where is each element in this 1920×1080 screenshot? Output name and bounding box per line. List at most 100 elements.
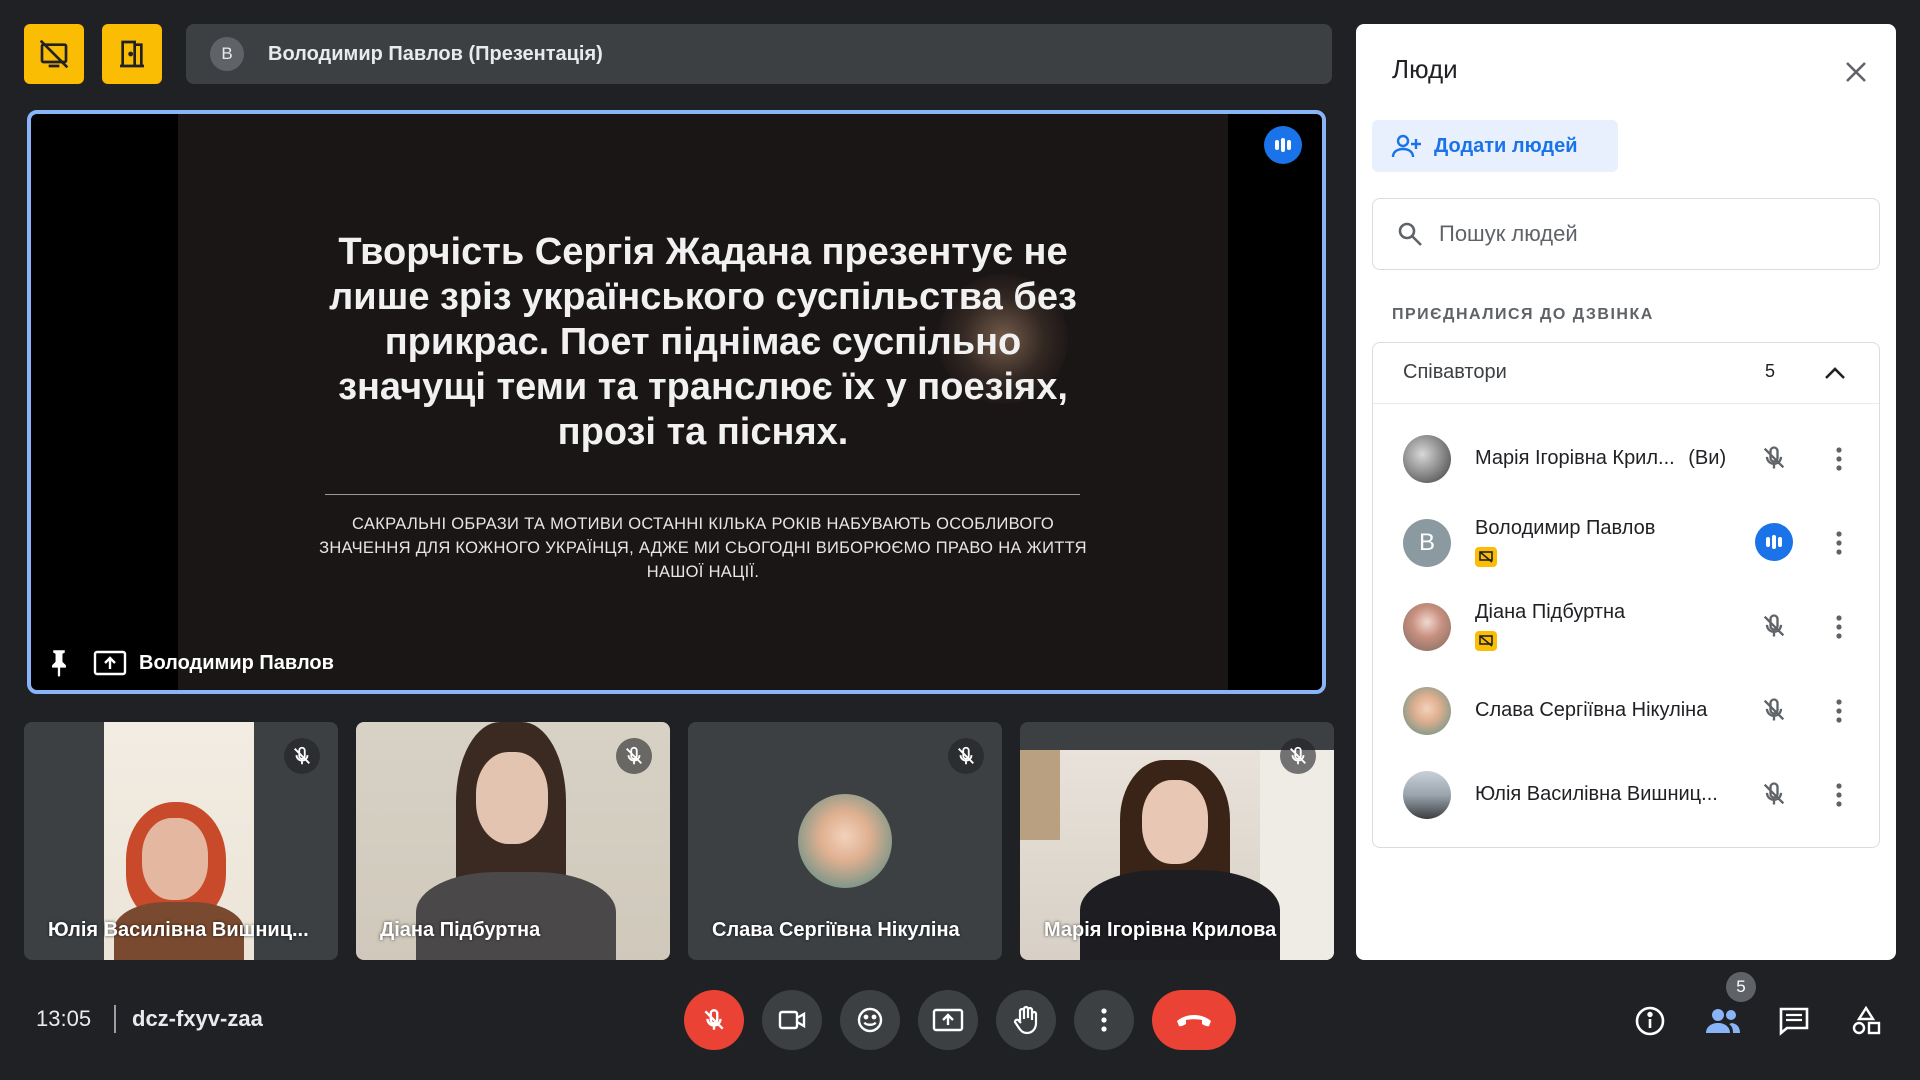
meeting-details-button[interactable] — [1628, 1000, 1672, 1042]
info-icon — [1635, 1006, 1665, 1036]
participant-avatar — [1403, 771, 1451, 819]
participant-name-text: Марія Ігорівна Крил... — [1475, 447, 1675, 469]
videocam-icon — [778, 1010, 806, 1030]
add-person-icon — [1391, 134, 1421, 158]
more-options-button[interactable] — [1827, 609, 1851, 645]
mic-off-icon — [1755, 607, 1793, 645]
clock: 13:05 — [36, 1006, 92, 1031]
mic-off-icon — [616, 738, 652, 774]
participant-row[interactable]: Марія Ігорівна Крил... (Ви) — [1373, 415, 1879, 499]
participant-row[interactable]: Діана Підбуртна — [1373, 583, 1879, 667]
present-to-screen-icon — [93, 650, 127, 676]
breakout-room-button[interactable] — [102, 24, 162, 84]
participant-name: Діана Підбуртна — [1475, 601, 1626, 623]
emoji-icon — [857, 1007, 883, 1033]
more-vert-icon — [1836, 447, 1842, 471]
chat-button[interactable] — [1772, 1000, 1816, 1042]
participant-name: Слава Сергіївна Нікуліна — [1475, 699, 1708, 721]
participant-tile[interactable]: Діана Підбуртна — [356, 722, 670, 960]
chat-icon — [1779, 1007, 1809, 1036]
search-people-input[interactable] — [1437, 220, 1861, 248]
participant-avatar: В — [1403, 519, 1451, 567]
mic-off-icon — [1280, 738, 1316, 774]
activities-button[interactable] — [1844, 1000, 1888, 1042]
presenter-name-label: Володимир Павлов — [139, 651, 334, 674]
more-options-button[interactable] — [1827, 525, 1851, 561]
presentation-slide: Творчість Сергія Жадана презентує не лиш… — [178, 114, 1228, 690]
presenting-badge-icon — [1475, 547, 1497, 567]
more-options-button[interactable] — [1827, 777, 1851, 813]
more-options-button[interactable] — [1827, 693, 1851, 729]
mic-off-icon — [948, 738, 984, 774]
close-panel-button[interactable] — [1840, 56, 1872, 88]
camera-toggle-button[interactable] — [762, 990, 822, 1050]
divider — [114, 1005, 116, 1033]
presenting-badge-icon — [1475, 631, 1497, 651]
presenter-bar[interactable]: В Володимир Павлов (Презентація) — [186, 24, 1332, 84]
raise-hand-button[interactable] — [996, 990, 1056, 1050]
participant-tile[interactable]: Слава Сергіївна Нікуліна — [688, 722, 1002, 960]
participant-avatar — [1403, 435, 1451, 483]
participant-tile[interactable]: Юлія Василівна Вишниц... — [24, 722, 338, 960]
joined-section-label: ПРИЄДНАЛИСЯ ДО ДЗВІНКА — [1392, 306, 1654, 323]
collaborators-group-header[interactable]: Співавтори 5 — [1373, 343, 1879, 404]
mic-off-icon — [1755, 775, 1793, 813]
participant-name: Марія Ігорівна Крилова — [1044, 919, 1277, 941]
participant-avatar — [798, 794, 892, 888]
more-vert-icon — [1836, 531, 1842, 555]
speaking-indicator-icon — [1755, 523, 1793, 561]
add-people-button[interactable]: Додати людей — [1372, 120, 1618, 172]
mic-off-icon — [1755, 691, 1793, 729]
participant-name: Юлія Василівна Вишниц... — [48, 919, 309, 941]
participant-name: Юлія Василівна Вишниц... — [1475, 783, 1718, 805]
more-vert-icon — [1836, 783, 1842, 807]
more-options-button[interactable] — [1074, 990, 1134, 1050]
more-vert-icon — [1836, 699, 1842, 723]
group-name: Співавтори — [1403, 361, 1507, 383]
leave-call-button[interactable] — [1152, 990, 1236, 1050]
hand-icon — [1013, 1005, 1038, 1035]
collaborators-group: Співавтори 5 Марія Ігорівна Крил... (Ви)… — [1372, 342, 1880, 848]
more-options-button[interactable] — [1827, 441, 1851, 477]
more-vert-icon — [1836, 615, 1842, 639]
present-to-screen-icon — [932, 1008, 964, 1032]
pin-icon[interactable] — [45, 648, 73, 678]
presenter-title: Володимир Павлов (Презентація) — [268, 42, 603, 65]
call-end-icon — [1177, 1015, 1211, 1027]
participant-name: Марія Ігорівна Крил... (Ви) — [1475, 447, 1726, 470]
microphone-toggle-button[interactable] — [684, 990, 744, 1050]
shapes-icon — [1852, 1005, 1881, 1035]
participant-name: Діана Підбуртна — [380, 919, 541, 941]
reactions-button[interactable] — [840, 990, 900, 1050]
slide-heading: Творчість Сергія Жадана презентує не лиш… — [329, 231, 1077, 453]
participant-avatar — [1403, 687, 1451, 735]
participant-avatar — [1403, 603, 1451, 651]
participant-tile[interactable]: Марія Ігорівна Крилова — [1020, 722, 1334, 960]
slide-divider — [325, 494, 1080, 495]
mic-off-icon — [284, 738, 320, 774]
chevron-up-icon[interactable] — [1819, 357, 1851, 389]
mic-off-icon — [704, 1009, 724, 1030]
participant-row[interactable]: Слава Сергіївна Нікуліна — [1373, 667, 1879, 751]
you-label: (Ви) — [1688, 447, 1727, 469]
people-count-badge: 5 — [1726, 972, 1756, 1002]
meeting-code: dcz-fxyv-zaa — [132, 1006, 263, 1031]
search-icon — [1398, 222, 1422, 246]
speaking-indicator-icon — [1264, 126, 1302, 164]
slide-subtext: САКРАЛЬНІ ОБРАЗИ ТА МОТИВИ ОСТАННІ КІЛЬК… — [319, 515, 1087, 581]
participant-name: Слава Сергіївна Нікуліна — [712, 919, 960, 941]
close-icon — [1846, 62, 1866, 82]
participant-row[interactable]: В Володимир Павлов — [1373, 499, 1879, 583]
people-button[interactable] — [1701, 1000, 1745, 1042]
add-people-label: Додати людей — [1434, 134, 1578, 157]
panel-title: Люди — [1392, 54, 1458, 84]
screen-share-off-icon — [39, 39, 69, 69]
present-now-button[interactable] — [918, 990, 978, 1050]
search-people-box[interactable] — [1372, 198, 1880, 270]
door-icon — [120, 40, 144, 68]
group-count: 5 — [1765, 361, 1776, 381]
presentation-tile[interactable]: Творчість Сергія Жадана презентує не лиш… — [27, 110, 1326, 694]
presentation-off-button[interactable] — [24, 24, 84, 84]
mic-off-icon — [1755, 439, 1793, 477]
participant-row[interactable]: Юлія Василівна Вишниц... — [1373, 751, 1879, 835]
